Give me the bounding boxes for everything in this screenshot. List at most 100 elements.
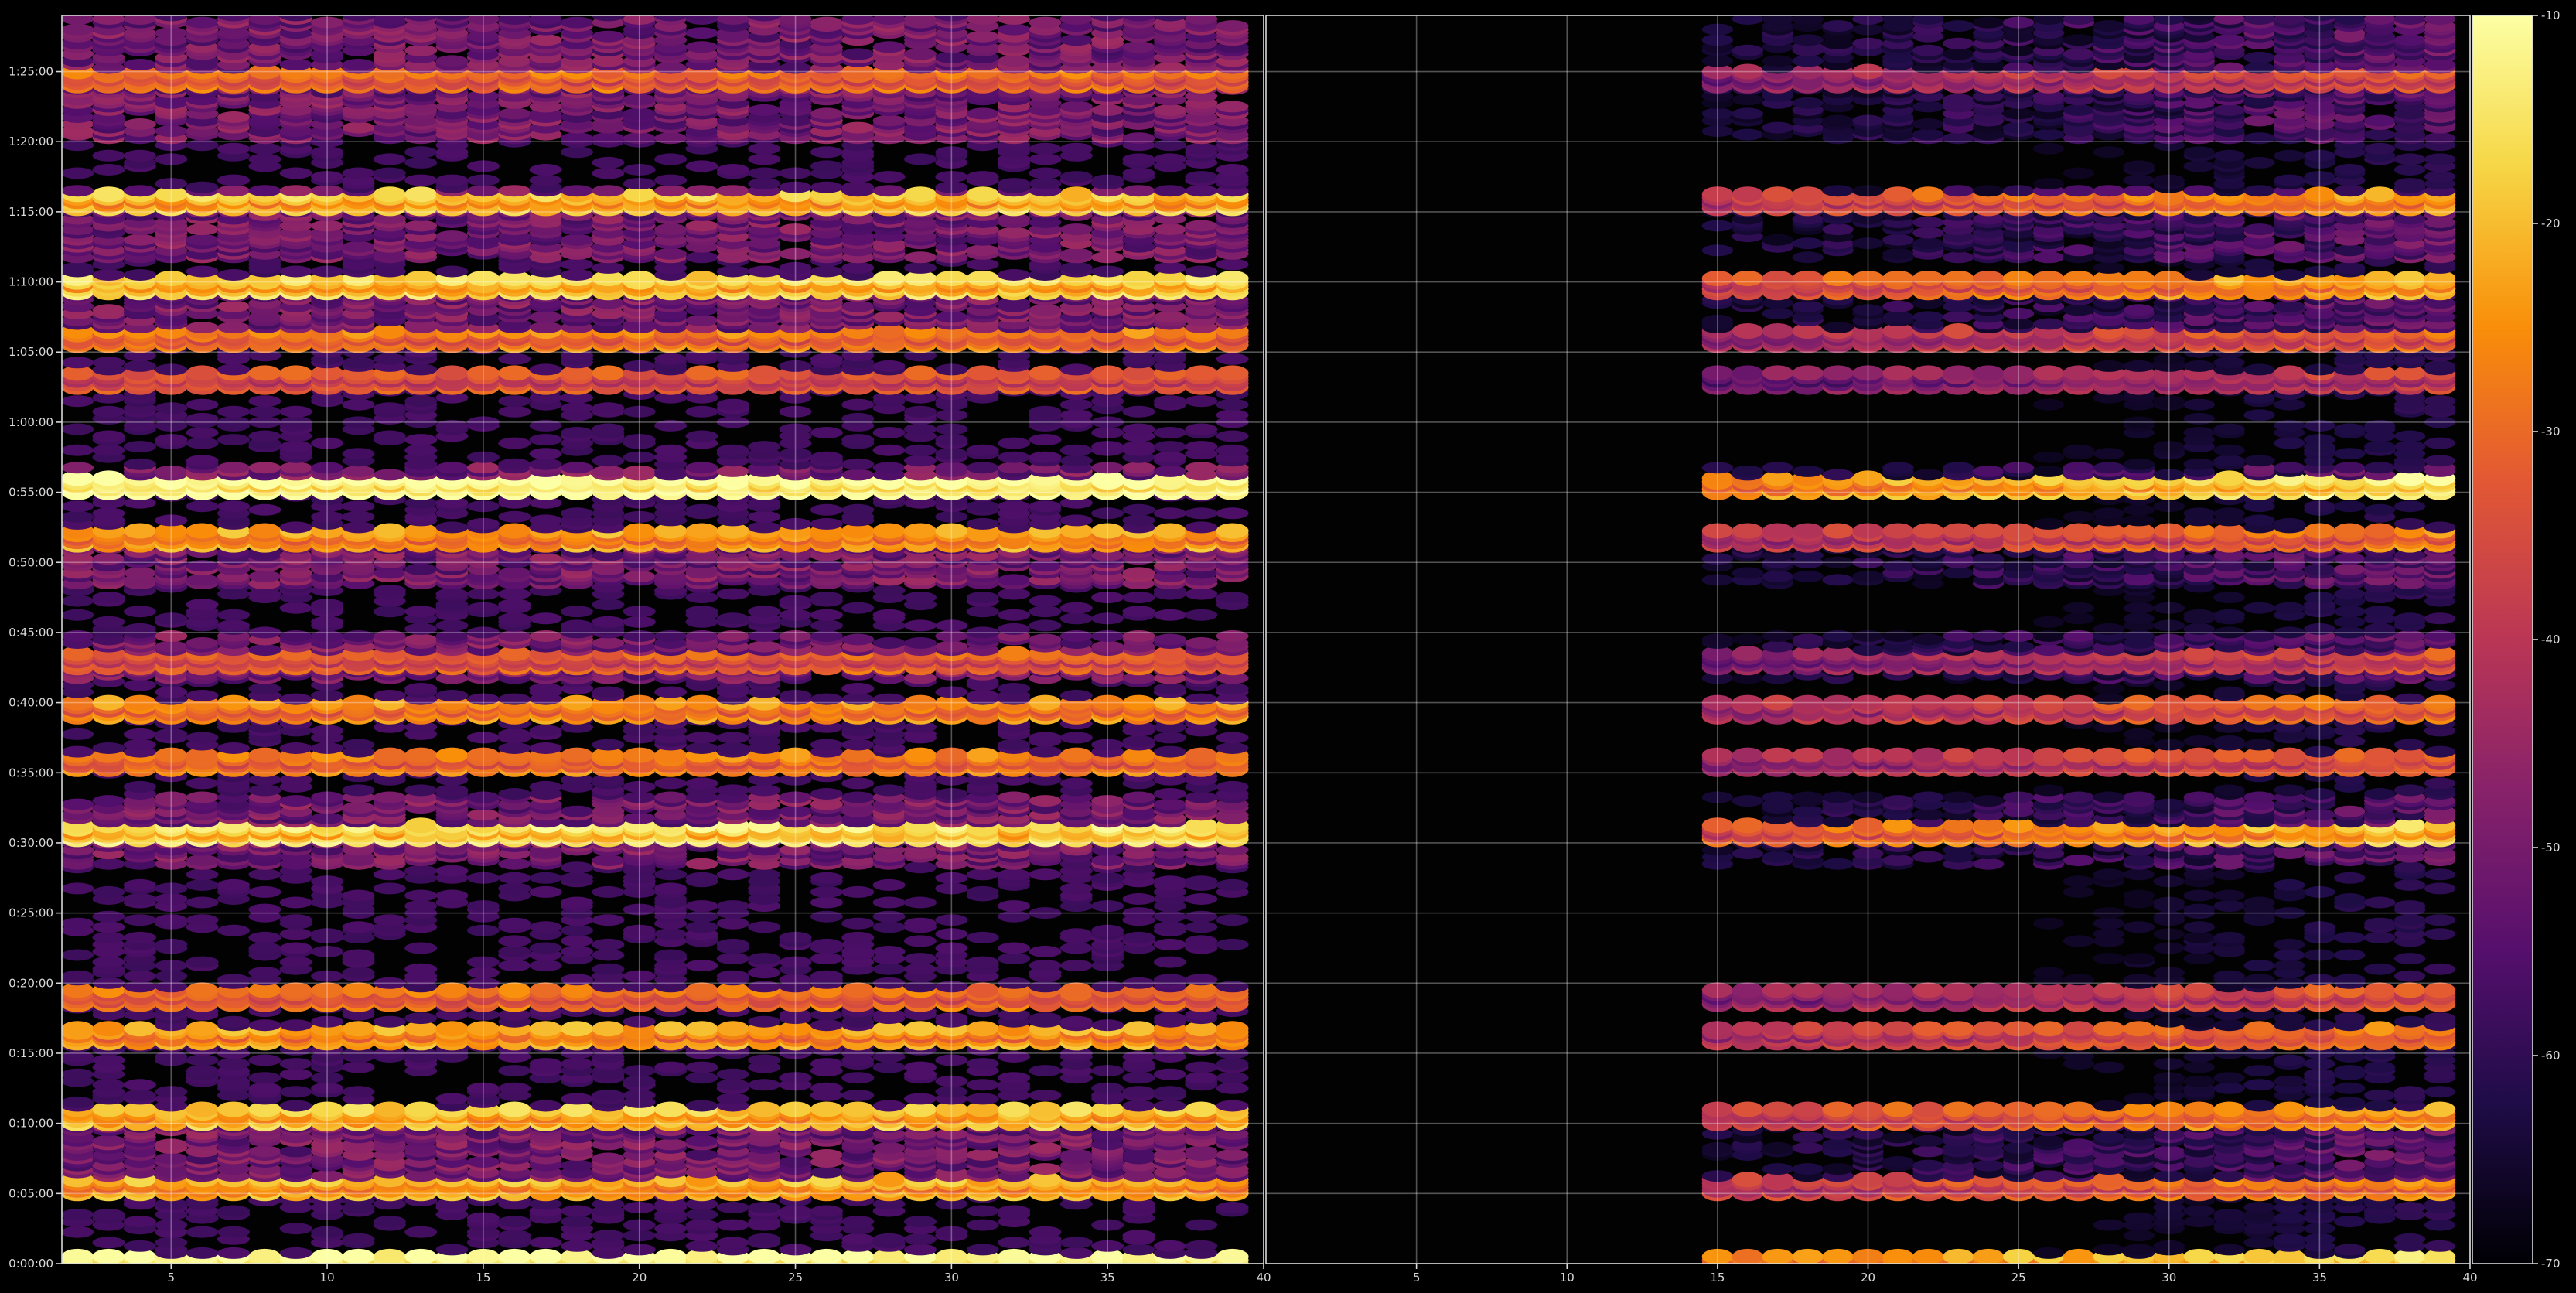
heat-cell <box>716 917 749 930</box>
heat-cell <box>1122 441 1155 453</box>
heat-cell <box>654 1061 688 1073</box>
heat-cell <box>1153 633 1186 646</box>
heat-cell <box>342 982 375 998</box>
heat-cell <box>1185 507 1218 520</box>
heat-cell <box>904 637 937 649</box>
heat-cell <box>404 683 438 694</box>
heat-cell <box>373 914 406 926</box>
heat-cell <box>716 444 749 456</box>
heat-cell <box>529 612 562 625</box>
heat-cell <box>1122 1072 1155 1084</box>
heat-cell <box>1216 1100 1249 1112</box>
heat-cell <box>498 567 531 579</box>
heat-cell <box>92 1134 125 1147</box>
heat-cell <box>1059 1015 1093 1028</box>
heat-cell <box>872 637 906 649</box>
heat-cell <box>841 633 875 646</box>
heat-cell <box>1059 882 1093 895</box>
heat-cell <box>716 970 749 982</box>
heat-cell <box>654 1021 688 1037</box>
heat-cell <box>685 1021 718 1037</box>
heat-cell <box>186 777 219 790</box>
heat-cell <box>404 817 438 834</box>
heat-cell <box>1216 507 1249 520</box>
heat-cell <box>561 1159 593 1172</box>
heat-cell <box>498 742 531 754</box>
heat-cell <box>748 784 781 797</box>
heat-cell <box>841 739 875 751</box>
heat-cell <box>716 742 749 754</box>
heat-cell <box>186 599 219 611</box>
heat-cell <box>123 1216 156 1228</box>
heat-cell <box>186 574 219 586</box>
heat-cell <box>1153 938 1186 950</box>
heat-cell <box>248 931 281 943</box>
heat-cell <box>498 960 531 972</box>
heat-cell <box>498 523 531 539</box>
heat-cell <box>62 595 94 607</box>
heat-cell <box>373 469 406 481</box>
heat-cell <box>872 585 906 596</box>
heat-cell <box>1029 1141 1062 1154</box>
heat-cell <box>872 609 906 621</box>
heat-cell <box>62 1068 94 1080</box>
heat-cell <box>716 1021 749 1037</box>
heat-cell <box>592 423 625 435</box>
heat-cell <box>373 1248 406 1264</box>
heat-cell <box>1216 523 1249 539</box>
heat-cell <box>92 885 125 898</box>
heat-cell <box>62 609 94 621</box>
heat-cell <box>529 742 562 754</box>
heat-cell <box>872 878 906 891</box>
heat-cell <box>872 946 906 957</box>
heat-cell <box>248 683 281 694</box>
heat-cell <box>92 430 125 442</box>
heat-cell <box>342 1021 375 1037</box>
heat-cell <box>561 872 593 884</box>
heat-cell <box>529 982 562 998</box>
heat-cell <box>123 1240 156 1252</box>
heat-cell <box>279 521 312 534</box>
heat-cell <box>1122 1244 1155 1256</box>
heat-cell <box>342 465 375 477</box>
heat-cell <box>904 953 937 965</box>
heat-cell <box>716 1219 749 1231</box>
heat-cell <box>1059 690 1093 701</box>
heat-cell <box>1185 791 1218 803</box>
heat-cell <box>592 949 625 961</box>
heat-cell <box>748 640 781 653</box>
heat-cell <box>498 858 531 870</box>
heat-cell <box>561 507 593 520</box>
heat-cell <box>1185 921 1218 933</box>
heat-cell <box>123 739 156 751</box>
heat-cell <box>966 500 999 513</box>
heat-cell <box>1216 1058 1249 1070</box>
heat-cell <box>685 606 718 618</box>
heat-cell <box>279 914 312 926</box>
heat-cell <box>810 885 843 898</box>
heat-cell <box>748 1233 781 1245</box>
heat-cell <box>1059 747 1093 763</box>
heat-cell <box>217 609 250 621</box>
heat-cell <box>685 462 718 474</box>
heat-cell <box>529 960 562 972</box>
heat-cell <box>685 872 718 884</box>
heat-cell <box>217 1205 250 1217</box>
heat-cell <box>1216 938 1249 950</box>
heat-cell <box>592 855 625 867</box>
heat-cell <box>529 683 562 694</box>
heat-cell <box>373 523 406 539</box>
heat-cell <box>92 956 125 968</box>
heat-cell <box>998 609 1031 621</box>
heat-cell <box>342 521 375 534</box>
heat-cell <box>529 514 562 527</box>
heat-cell <box>186 956 219 968</box>
heat-cell <box>92 470 125 486</box>
heat-cell <box>1029 1163 1062 1175</box>
heat-cell <box>1153 1086 1186 1098</box>
heat-cell <box>904 861 937 874</box>
heat-cell <box>1153 1100 1186 1112</box>
heat-cell <box>592 637 625 649</box>
heat-cell <box>872 921 906 933</box>
heat-cell <box>342 889 375 902</box>
